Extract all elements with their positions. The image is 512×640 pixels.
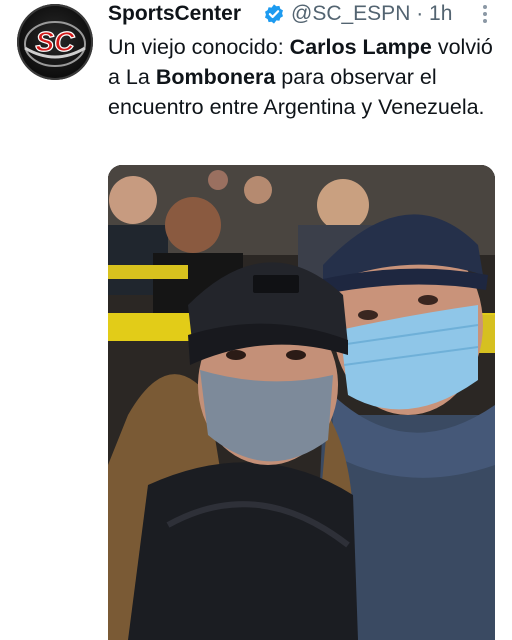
timestamp: 1h xyxy=(429,2,453,25)
svg-text:SC: SC xyxy=(36,26,76,57)
display-name[interactable]: SportsCenter xyxy=(108,0,241,28)
photo-stadium-fans-icon xyxy=(108,165,495,640)
handle: @SC_ESPN xyxy=(291,2,411,25)
tweet[interactable]: SC SportsCenter @SC_ESPN · 1h Un viejo c… xyxy=(0,0,512,640)
avatar[interactable]: SC xyxy=(17,4,93,80)
separator: · xyxy=(416,2,424,25)
text-bold-segment: Carlos Lampe xyxy=(289,35,432,59)
tweet-photo[interactable] xyxy=(108,165,495,640)
text-segment: Un viejo conocido: xyxy=(108,35,290,59)
tweet-text: Un viejo conocido: Carlos Lampe volvió a… xyxy=(108,32,498,122)
more-options-icon[interactable] xyxy=(480,2,490,26)
text-bold-segment: Bombonera xyxy=(155,65,276,89)
handle-and-time[interactable]: @SC_ESPN · 1h xyxy=(291,0,452,28)
verified-badge-icon xyxy=(265,4,283,24)
sc-logo-icon: SC xyxy=(24,21,86,67)
